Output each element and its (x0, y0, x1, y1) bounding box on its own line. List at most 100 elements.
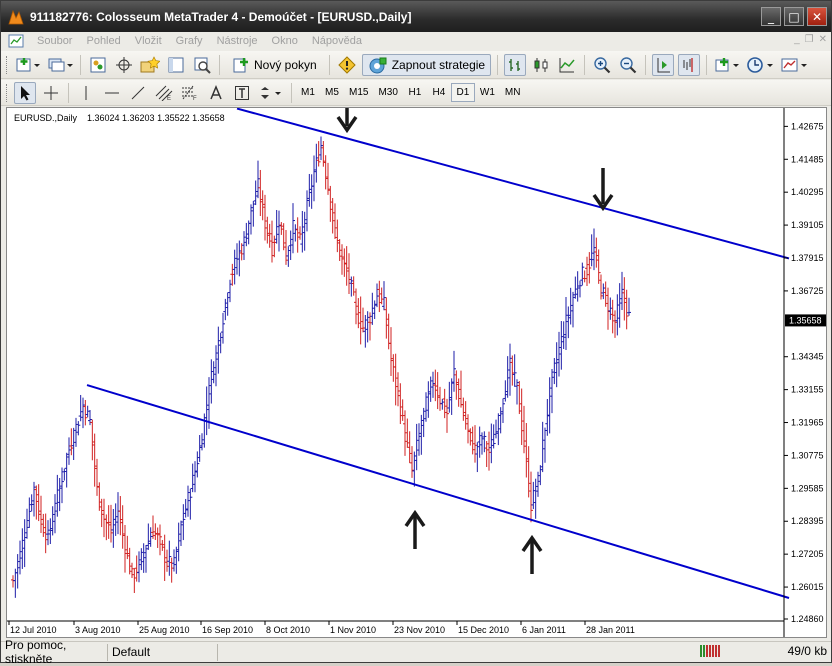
ohlc-bar (592, 228, 596, 271)
menu-grafy[interactable]: Grafy (169, 35, 210, 47)
timeframe-m1-button[interactable]: M1 (296, 83, 320, 102)
ohlc-bar (587, 252, 592, 284)
ohlc-bar (475, 442, 480, 473)
ohlc-bar (421, 407, 426, 438)
ohlc-bar (596, 249, 601, 284)
timeframe-d1-button[interactable]: D1 (450, 83, 475, 102)
new-chart-button[interactable] (14, 54, 42, 76)
ohlc-bar (190, 463, 195, 493)
arrows-tool-button[interactable] (257, 82, 285, 104)
close-button[interactable]: ✕ (807, 7, 827, 26)
ohlc-bar (60, 467, 64, 504)
price-tick-label: 1.30775 (791, 450, 824, 460)
trendline[interactable] (236, 108, 790, 260)
ohlc-bar (204, 386, 209, 436)
timeframe-w1-button[interactable]: W1 (475, 83, 500, 102)
menu-soubor[interactable]: Soubor (30, 35, 79, 47)
ohlc-bar (151, 515, 155, 539)
ohlc-bar (274, 209, 279, 244)
svg-text:E: E (167, 96, 171, 101)
ohlc-bar (113, 503, 118, 536)
timeframe-m5-button[interactable]: M5 (320, 83, 344, 102)
metaeditor-button[interactable] (336, 54, 358, 76)
menu-nastroje[interactable]: Nástroje (210, 35, 265, 47)
ohlc-bar (335, 219, 340, 253)
terminal-button[interactable] (165, 54, 187, 76)
vertical-line-tool-button[interactable] (75, 82, 97, 104)
crosshair-icon (44, 85, 58, 100)
timeframe-m30-button[interactable]: M30 (373, 83, 402, 102)
fibonacci-tool-button[interactable]: F (179, 82, 201, 104)
ohlc-bar (599, 274, 603, 300)
ohlc-bar (99, 498, 104, 528)
ohlc-bar (470, 426, 475, 455)
toolbar-separator (219, 54, 220, 75)
zoom-out-button[interactable] (617, 54, 639, 76)
time-tick-label: 15 Dec 2010 (458, 625, 509, 635)
toolbar-grip[interactable] (6, 55, 9, 74)
ohlc-bar (116, 492, 120, 535)
new-order-button[interactable]: Nový pokyn (226, 54, 323, 76)
enable-strategies-button[interactable]: Zapnout strategie (361, 53, 492, 76)
ohlc-bar (477, 426, 482, 458)
maximize-button[interactable]: □ (784, 7, 804, 26)
ohlc-bar (62, 468, 67, 481)
text-tool-button[interactable] (205, 82, 227, 104)
mdi-minimize-button[interactable]: _ (794, 34, 800, 45)
title-bar[interactable]: 911182776: Colosseum MetaTrader 4 - Demo… (1, 1, 831, 32)
connection-status[interactable]: 49/0 kb (699, 644, 827, 658)
ohlc-bar (130, 562, 134, 579)
ohlc-bar (389, 327, 393, 376)
ohlc-bar (29, 494, 34, 512)
toolbar-grip[interactable] (6, 83, 9, 102)
navigator-button[interactable] (113, 54, 135, 76)
timeframe-mn-button[interactable]: MN (500, 83, 526, 102)
menu-okno[interactable]: Okno (265, 35, 305, 47)
ohlc-bar (286, 246, 291, 267)
price-chart[interactable]: 1.42675 1.41485 1.40295 1.39105 1.37915 1.367… (7, 108, 827, 638)
line-chart-button[interactable] (556, 54, 578, 76)
profiles-button[interactable] (46, 54, 74, 76)
ohlc-bar (232, 249, 237, 285)
templates-button[interactable] (779, 54, 809, 76)
cursor-tool-button[interactable] (14, 81, 36, 104)
zoom-in-button[interactable] (591, 54, 613, 76)
horizontal-line-tool-button[interactable] (101, 82, 123, 104)
ohlc-bar (97, 482, 102, 511)
ohlc-bar (582, 270, 587, 283)
chart-window-icon[interactable] (8, 34, 24, 48)
ohlc-bar (216, 326, 221, 374)
text-label-tool-button[interactable] (231, 82, 253, 104)
ohlc-bar (64, 452, 69, 488)
chart-shift-button[interactable] (678, 53, 701, 76)
ohlc-bar (309, 174, 314, 209)
ohlc-bar (246, 220, 251, 245)
mdi-close-button[interactable]: ✕ (819, 34, 827, 45)
trendlines[interactable] (86, 108, 790, 599)
periodicity-button[interactable] (745, 54, 775, 76)
bar-chart-button[interactable] (504, 53, 527, 76)
trendline-tool-button[interactable] (127, 82, 149, 104)
minimize-button[interactable]: _ (761, 7, 781, 26)
favorites-button[interactable] (139, 54, 161, 76)
crosshair-tool-button[interactable] (40, 82, 62, 104)
menu-vlozit[interactable]: Vložit (128, 35, 169, 47)
timeframe-m15-button[interactable]: M15 (344, 83, 373, 102)
window-title: 911182776: Colosseum MetaTrader 4 - Demo… (30, 9, 412, 24)
timeframe-h1-button[interactable]: H1 (403, 83, 427, 102)
auto-scroll-button[interactable] (652, 53, 675, 76)
mdi-restore-button[interactable]: ❐ (805, 34, 814, 45)
indicators-button[interactable] (713, 54, 741, 76)
menu-pohled[interactable]: Pohled (79, 35, 127, 47)
market-watch-button[interactable] (87, 54, 109, 76)
candlestick-button[interactable] (530, 54, 552, 76)
ohlc-bar (594, 237, 599, 268)
strategy-tester-button[interactable] (191, 54, 213, 76)
menu-napoveda[interactable]: Nápověda (305, 35, 369, 47)
ohlc-bar (531, 481, 536, 510)
ohlc-bar (34, 485, 39, 520)
timeframe-h4-button[interactable]: H4 (427, 83, 451, 102)
equidistant-channel-tool-button[interactable]: E (153, 82, 175, 104)
ohlc-bar (202, 413, 207, 448)
chart-window[interactable]: 1.42675 1.41485 1.40295 1.39105 1.37915 1.367… (6, 107, 827, 638)
